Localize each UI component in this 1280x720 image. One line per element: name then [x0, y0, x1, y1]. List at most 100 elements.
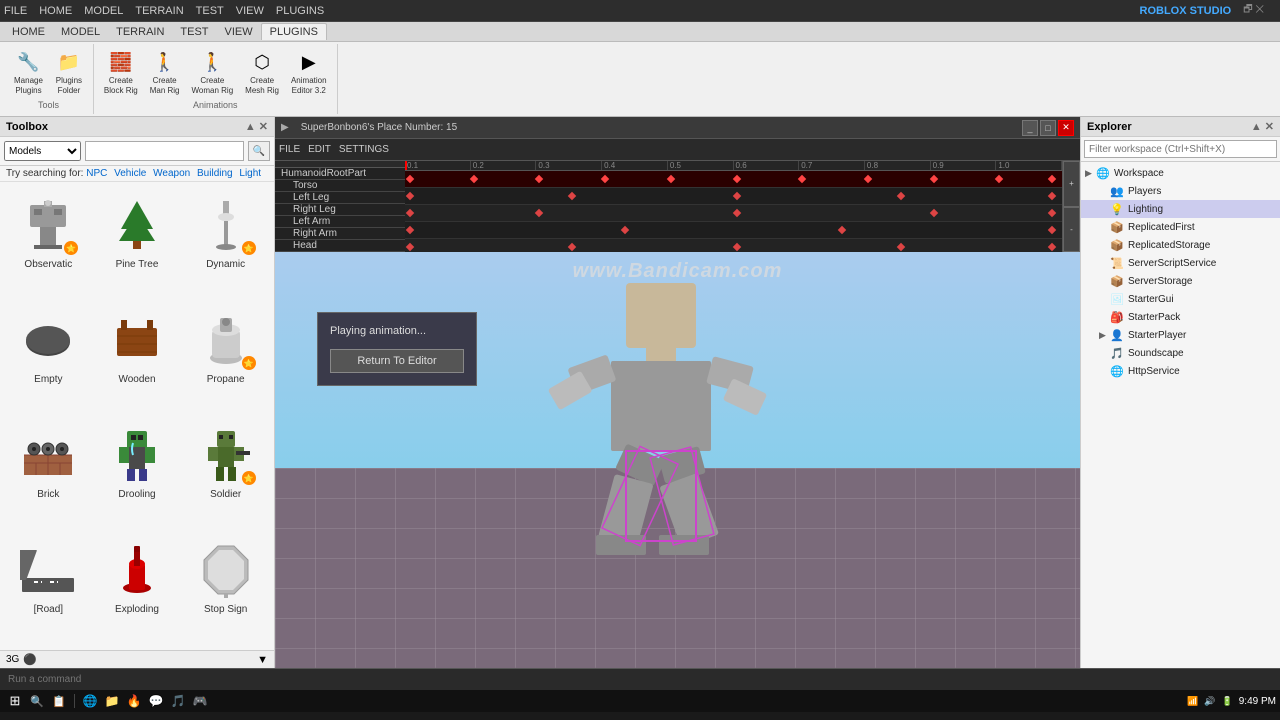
- toolbox-bottom: 3G ⚫ ▼: [0, 650, 274, 668]
- create-block-rig-button[interactable]: 🧱 Create Block Rig: [100, 46, 142, 97]
- menu-file[interactable]: FILE: [4, 5, 27, 17]
- command-input[interactable]: [8, 674, 1272, 685]
- tab-terrain[interactable]: TERRAIN: [108, 24, 172, 40]
- kf-root-3: [535, 175, 543, 183]
- menu-view[interactable]: VIEW: [236, 5, 264, 17]
- tool-stop-sign[interactable]: Stop Sign: [183, 533, 268, 644]
- tree-replicated-first[interactable]: 📦 ReplicatedFirst: [1081, 218, 1280, 236]
- tool-observatic[interactable]: ⭐ Observatic: [6, 188, 91, 299]
- tree-http-service[interactable]: 🌐 HttpService: [1081, 362, 1280, 380]
- suggest-vehicle[interactable]: Vehicle: [114, 168, 146, 179]
- taskbar-firefox[interactable]: 🔥: [125, 692, 143, 710]
- tab-test[interactable]: TEST: [172, 24, 216, 40]
- anim-menu-file[interactable]: FILE: [279, 144, 300, 155]
- toolbox-search-input[interactable]: [85, 141, 244, 161]
- toolbox-category-dropdown[interactable]: Models Decals Plugins: [4, 141, 81, 161]
- tool-pine-tree[interactable]: Pine Tree: [95, 188, 180, 299]
- tool-road[interactable]: [Road]: [6, 533, 91, 644]
- tool-dynamic[interactable]: ⭐ Dynamic: [183, 188, 268, 299]
- tool-drooling[interactable]: Drooling: [95, 418, 180, 529]
- tool-propane-badge: ⭐: [242, 356, 256, 370]
- tool-empty-label: Empty: [34, 374, 62, 385]
- taskbar-taskview[interactable]: 📋: [50, 692, 68, 710]
- scroll-down-btn[interactable]: ▼: [257, 654, 268, 666]
- tree-workspace[interactable]: ▶ 🌐 Workspace: [1081, 164, 1280, 182]
- taskbar-roblox[interactable]: 🎮: [191, 692, 209, 710]
- tool-exploding[interactable]: Exploding: [95, 533, 180, 644]
- kf-ll-2: [535, 209, 543, 217]
- popup-text: Playing animation...: [330, 325, 464, 337]
- tool-empty[interactable]: Empty: [6, 303, 91, 414]
- sss-label: ServerScriptService: [1128, 258, 1216, 269]
- toolbox-search-button[interactable]: 🔍: [248, 141, 270, 161]
- kf-ll-5: [1048, 209, 1056, 217]
- create-mesh-rig-button[interactable]: ⬡ Create Mesh Rig: [241, 46, 283, 97]
- menu-model[interactable]: MODEL: [84, 5, 123, 17]
- plugins-folder-button[interactable]: 📁 Plugins Folder: [51, 46, 87, 97]
- taskbar-music[interactable]: 🎵: [169, 692, 187, 710]
- tool-brick[interactable]: Brick: [6, 418, 91, 529]
- anim-maximize-btn[interactable]: □: [1040, 120, 1056, 136]
- create-woman-rig-button[interactable]: 🚶 Create Woman Rig: [188, 46, 238, 97]
- menu-terrain[interactable]: TERRAIN: [135, 5, 183, 17]
- tool-soldier[interactable]: ⭐ Soldier: [183, 418, 268, 529]
- tl-scroll-up[interactable]: +: [1063, 161, 1080, 207]
- tl-scroll-down[interactable]: -: [1063, 207, 1080, 253]
- spl-icon: 👤: [1109, 329, 1125, 342]
- manage-plugins-button[interactable]: 🔧 Manage Plugins: [10, 46, 47, 97]
- tree-starter-gui[interactable]: 🖼 StarterGui: [1081, 290, 1280, 308]
- suggest-building[interactable]: Building: [197, 168, 233, 179]
- tree-starter-pack[interactable]: 🎒 StarterPack: [1081, 308, 1280, 326]
- menu-test[interactable]: TEST: [196, 5, 224, 17]
- toolbox-search-area: Models Decals Plugins 🔍: [0, 137, 274, 166]
- explorer-filter-input[interactable]: [1084, 140, 1277, 158]
- suggest-npc[interactable]: NPC: [86, 168, 107, 179]
- window-controls[interactable]: 🗗 ✕: [1243, 2, 1264, 19]
- anim-close-btn[interactable]: ✕: [1058, 120, 1074, 136]
- tracks-area[interactable]: [405, 171, 1062, 252]
- tool-propane[interactable]: ⭐ Propane: [183, 303, 268, 414]
- tab-view[interactable]: VIEW: [217, 24, 261, 40]
- viewport-3d[interactable]: www.Bandicam.com: [275, 252, 1080, 668]
- kf-ll-1: [406, 209, 414, 217]
- tree-players[interactable]: 👥 Players: [1081, 182, 1280, 200]
- kf-root-5: [667, 175, 675, 183]
- suggest-weapon[interactable]: Weapon: [153, 168, 190, 179]
- anim-menu-settings[interactable]: SETTINGS: [339, 144, 389, 155]
- tree-server-script[interactable]: 📜 ServerScriptService: [1081, 254, 1280, 272]
- tab-model[interactable]: MODEL: [53, 24, 108, 40]
- viewport-label: 3G: [6, 654, 19, 665]
- taskbar-start[interactable]: ⊞: [6, 692, 24, 710]
- toolbox-controls[interactable]: ▲ ✕: [245, 120, 268, 133]
- tool-wooden[interactable]: Wooden: [95, 303, 180, 414]
- tree-starter-player[interactable]: ▶ 👤 StarterPlayer: [1081, 326, 1280, 344]
- tree-server-storage[interactable]: 📦 ServerStorage: [1081, 272, 1280, 290]
- anim-editor-label: Animation Editor 3.2: [291, 76, 327, 95]
- ss-label: ServerStorage: [1128, 276, 1192, 287]
- create-man-rig-button[interactable]: 🚶 Create Man Rig: [146, 46, 184, 97]
- taskbar-chat[interactable]: 💬: [147, 692, 165, 710]
- taskbar-browser[interactable]: 🌐: [81, 692, 99, 710]
- manage-plugins-icon: 🔧: [14, 48, 42, 76]
- suggest-light[interactable]: Light: [239, 168, 261, 179]
- tab-home[interactable]: HOME: [4, 24, 53, 40]
- taskbar-search[interactable]: 🔍: [28, 692, 46, 710]
- kf-root-7: [798, 175, 806, 183]
- taskbar-explorer[interactable]: 📁: [103, 692, 121, 710]
- tree-replicated-storage[interactable]: 📦 ReplicatedStorage: [1081, 236, 1280, 254]
- menu-home[interactable]: HOME: [39, 5, 72, 17]
- return-to-editor-button[interactable]: Return To Editor: [330, 349, 464, 373]
- explorer-controls[interactable]: ▲ ✕: [1251, 120, 1274, 133]
- tree-soundscape[interactable]: 🎵 Soundscape: [1081, 344, 1280, 362]
- tree-lighting[interactable]: 💡 Lighting: [1081, 200, 1280, 218]
- kf-torso-2: [568, 192, 576, 200]
- character-container: [541, 273, 781, 656]
- menu-plugins[interactable]: PLUGINS: [276, 5, 324, 17]
- tool-propane-icon: ⭐: [194, 308, 258, 372]
- anim-minimize-btn[interactable]: _: [1022, 120, 1038, 136]
- animation-editor-button[interactable]: ▶ Animation Editor 3.2: [287, 46, 331, 97]
- tool-dynamic-badge: ⭐: [242, 241, 256, 255]
- anim-menu-edit[interactable]: EDIT: [308, 144, 331, 155]
- tab-plugins[interactable]: PLUGINS: [261, 23, 327, 40]
- plugins-folder-icon: 📁: [55, 48, 83, 76]
